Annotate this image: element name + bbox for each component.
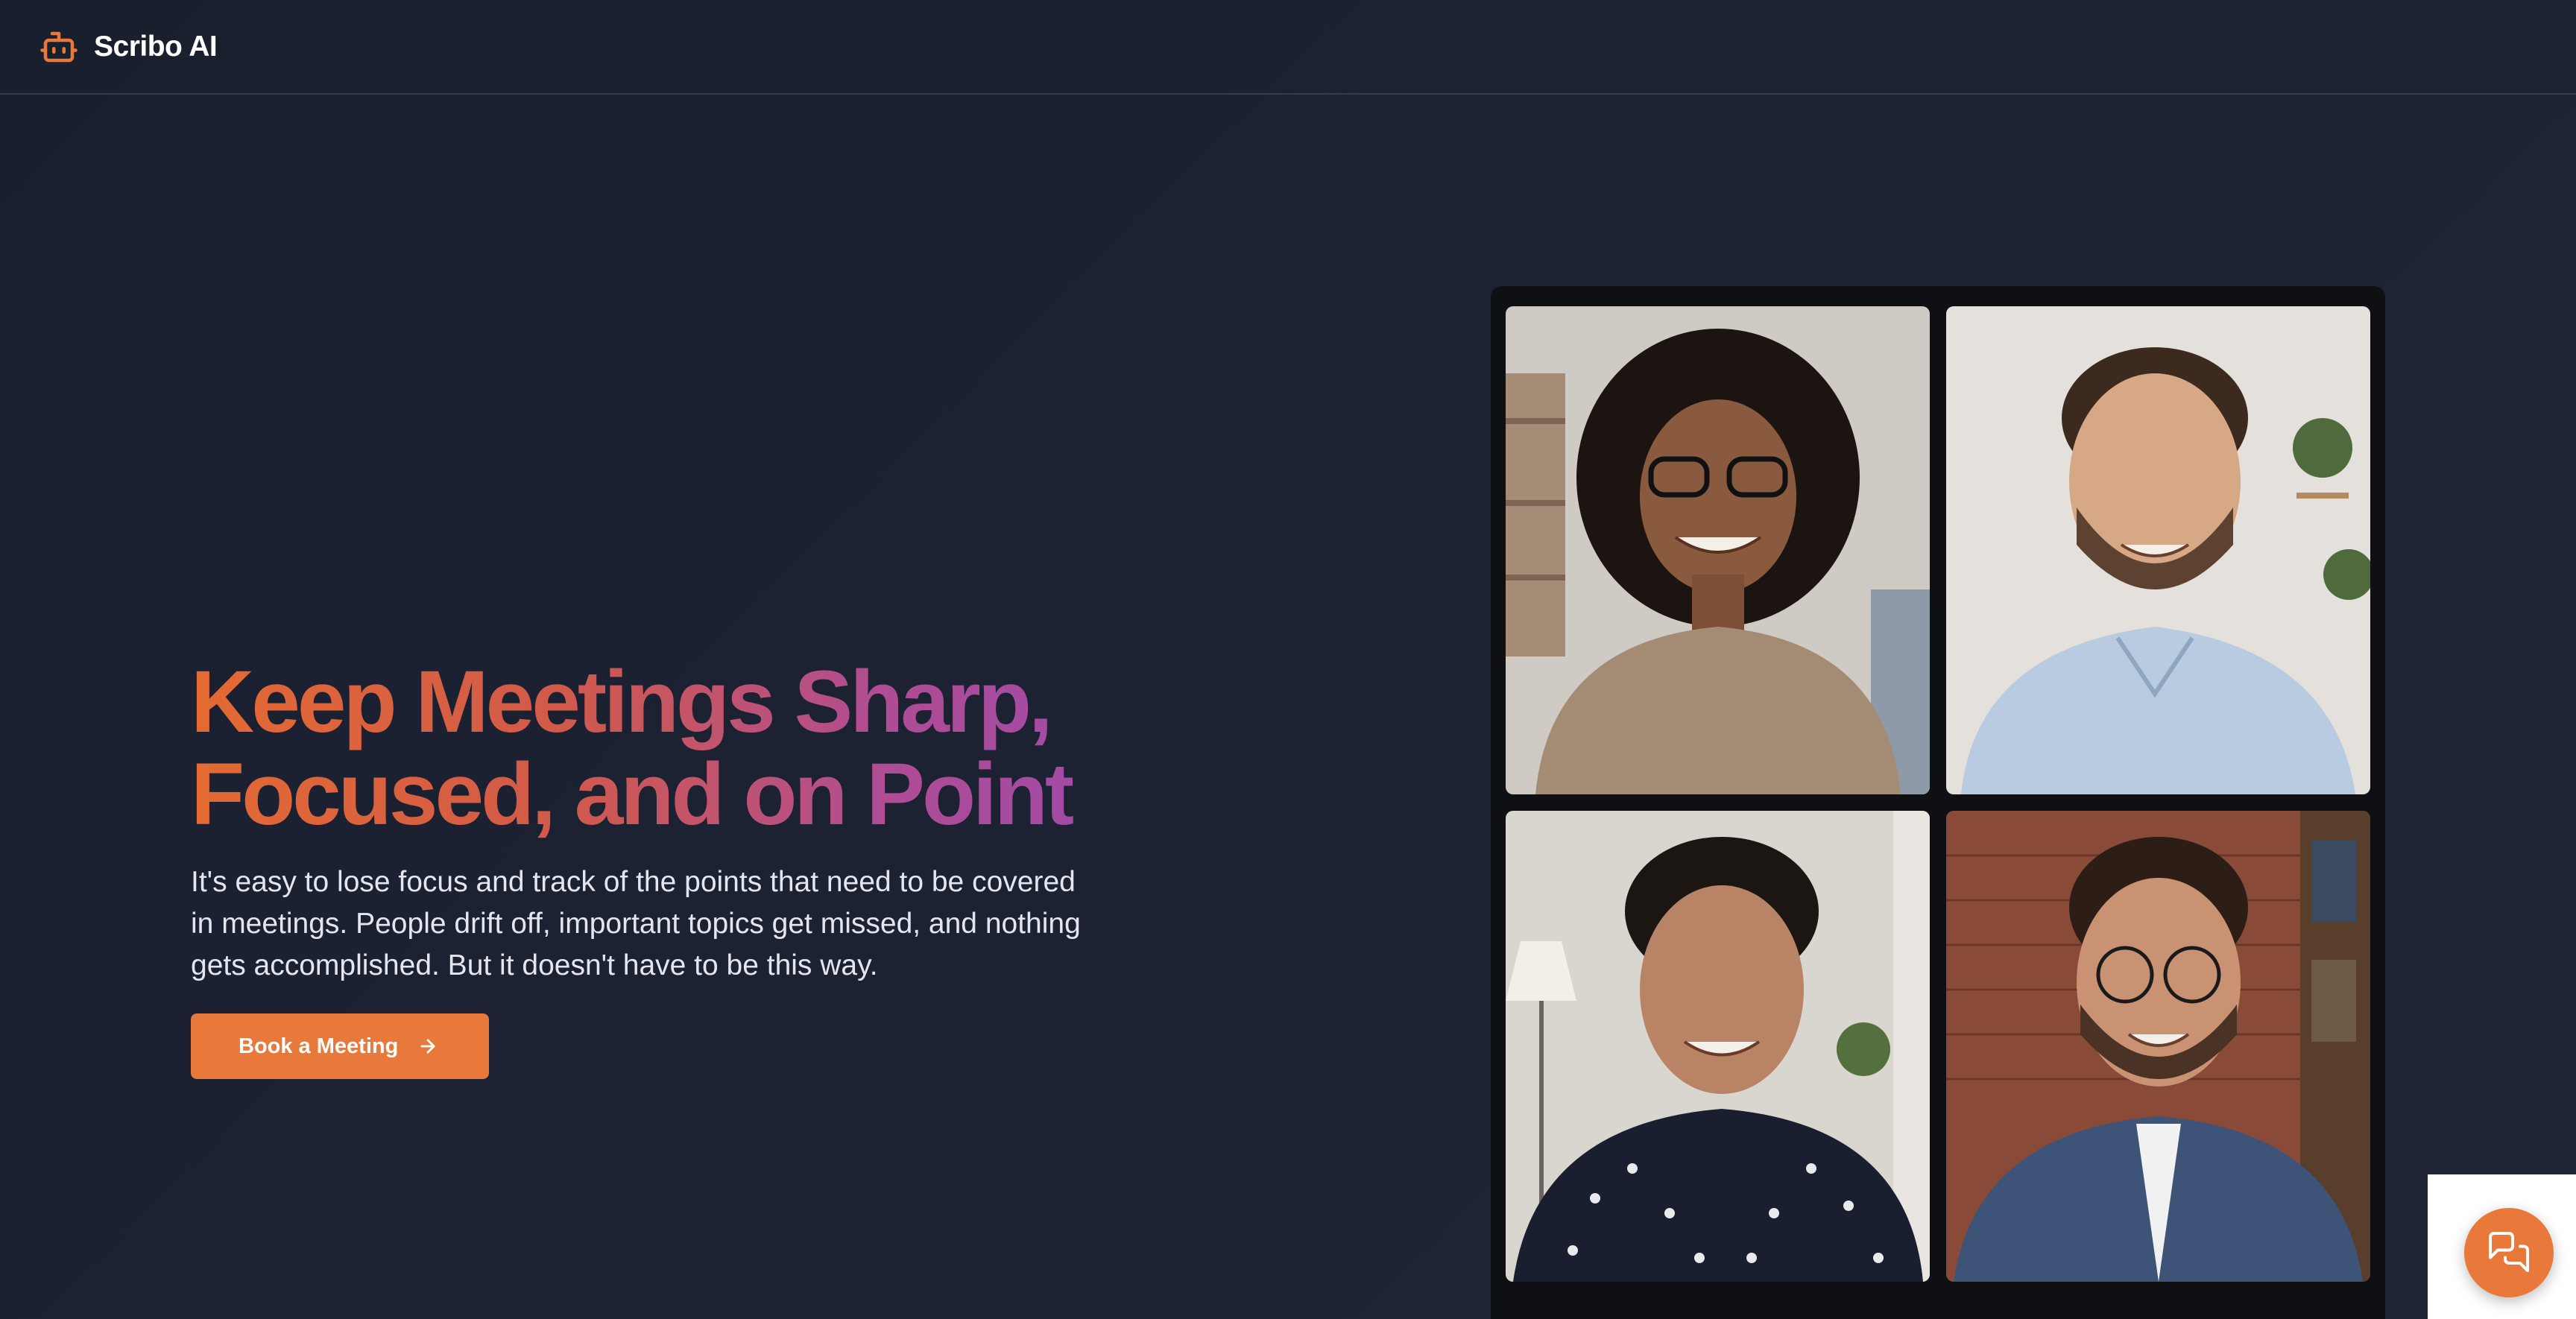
chat-bubbles-icon: [2487, 1230, 2531, 1277]
navbar: Scribo AI: [0, 0, 2576, 95]
robot-icon[interactable]: [39, 27, 79, 67]
participant-woman-polka-dot: [1506, 811, 1930, 1282]
hero-section: Keep Meetings Sharp, Focused, and on Poi…: [191, 656, 1108, 1079]
landing-page: Scribo AI Keep Meetings Sharp, Focused, …: [0, 0, 2576, 1319]
arrow-right-icon: [417, 1036, 438, 1057]
hero-headline: Keep Meetings Sharp, Focused, and on Poi…: [191, 656, 1108, 841]
video-call-panel: [1491, 286, 2385, 1319]
book-meeting-label: Book a Meeting: [239, 1034, 399, 1058]
book-meeting-button[interactable]: Book a Meeting: [191, 1013, 489, 1079]
headline-line-2: Focused, and on Point: [191, 745, 1072, 844]
participant-video-tile[interactable]: [1506, 306, 1930, 794]
brand-name[interactable]: Scribo AI: [94, 31, 218, 63]
headline-line-1: Keep Meetings Sharp,: [191, 653, 1050, 751]
participant-video-tile[interactable]: [1506, 811, 1930, 1282]
participant-woman-curly-hair: [1506, 306, 1930, 794]
video-grid: [1506, 306, 2372, 1282]
chat-widget-container: [2428, 1174, 2576, 1319]
participant-video-tile[interactable]: [1946, 811, 2370, 1282]
participant-man-light-shirt: [1946, 306, 2370, 794]
chat-widget-button[interactable]: [2464, 1208, 2554, 1297]
hero-description: It's easy to lose focus and track of the…: [191, 866, 1081, 981]
participant-man-glasses-denim: [1946, 811, 2370, 1282]
participant-video-tile[interactable]: [1946, 306, 2370, 794]
